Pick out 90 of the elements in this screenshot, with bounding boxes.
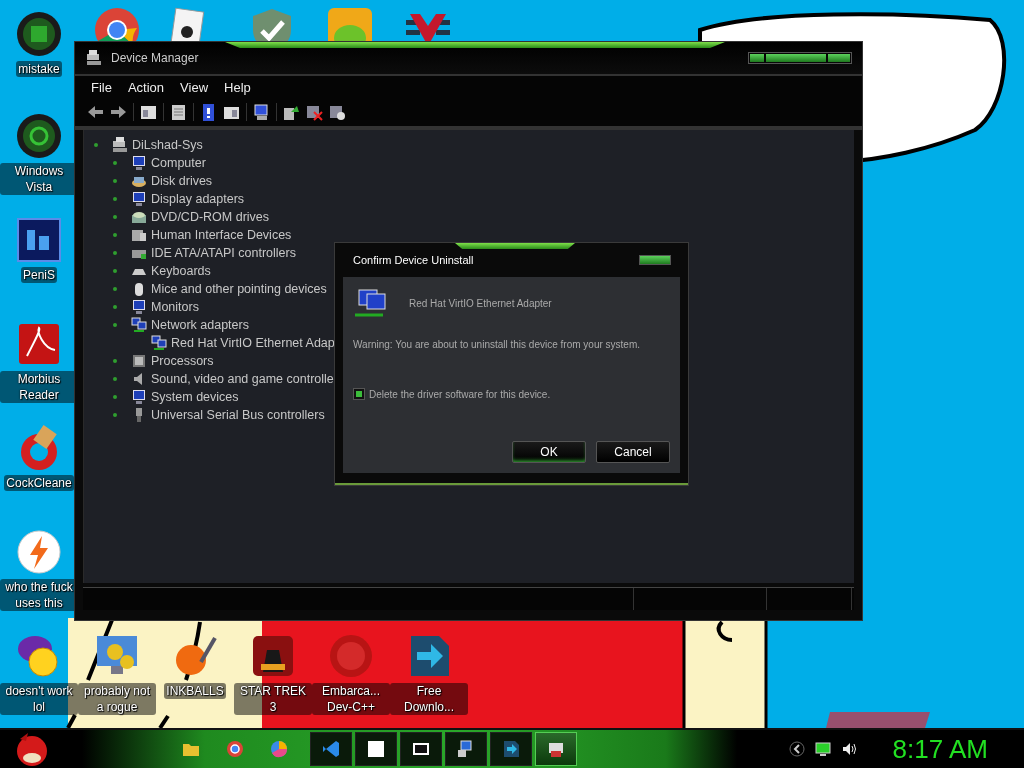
tree-item[interactable]: Human Interface Devices bbox=[151, 228, 292, 242]
tree-bullet[interactable] bbox=[113, 359, 117, 363]
tile-icon[interactable] bbox=[326, 6, 374, 42]
scan-icon[interactable] bbox=[253, 103, 270, 121]
computer-icon bbox=[85, 50, 103, 66]
square-icon bbox=[367, 740, 385, 758]
taskbar-button[interactable] bbox=[490, 732, 532, 766]
icon-label[interactable]: doesn't work lol bbox=[0, 683, 78, 715]
chevron-icon bbox=[322, 740, 340, 758]
menu-item[interactable]: Help bbox=[218, 79, 257, 95]
monitor-icon bbox=[131, 191, 147, 207]
tree-item[interactable]: Mice and other pointing devices bbox=[151, 282, 327, 296]
monitor-icon bbox=[131, 299, 147, 315]
tree-item[interactable]: System devices bbox=[151, 390, 239, 404]
disc-drive-icon bbox=[131, 209, 147, 225]
tree-item[interactable]: Sound, video and game controlle bbox=[151, 372, 334, 386]
menu-item[interactable]: File bbox=[85, 79, 118, 95]
tree-item[interactable]: Keyboards bbox=[151, 264, 211, 278]
network-icon bbox=[131, 317, 147, 333]
network-icon bbox=[353, 288, 387, 318]
network-icon bbox=[151, 335, 167, 351]
tree-item[interactable]: IDE ATA/ATAPI controllers bbox=[151, 246, 296, 260]
tree-bullet[interactable] bbox=[113, 179, 117, 183]
tree-bullet[interactable] bbox=[113, 395, 117, 399]
chip-icon bbox=[131, 353, 147, 369]
taskbar-button[interactable] bbox=[355, 732, 397, 766]
icon-label[interactable]: CockCleane bbox=[4, 475, 74, 491]
clock[interactable]: 8:17 AM bbox=[892, 733, 988, 765]
tree-item[interactable]: DiLshad-Sys bbox=[132, 138, 203, 152]
lightning-icon[interactable] bbox=[15, 528, 63, 576]
panel-icon[interactable] bbox=[140, 103, 157, 121]
icon-label[interactable]: Embarca... Dev-C++ bbox=[312, 683, 390, 715]
tree-item[interactable]: Computer bbox=[151, 156, 206, 170]
menu-item[interactable]: Action bbox=[121, 79, 171, 95]
checkbox[interactable] bbox=[353, 388, 365, 400]
tree-item[interactable]: DVD/CD-ROM drives bbox=[151, 210, 270, 224]
warning-text: Warning: You are about to uninstall this device from your system. bbox=[353, 339, 641, 350]
computer-icon bbox=[112, 137, 128, 153]
tree-item[interactable]: Disk drives bbox=[151, 174, 213, 188]
tree-bullet[interactable] bbox=[113, 233, 117, 237]
list-icon[interactable] bbox=[170, 103, 187, 121]
checkbox-label[interactable]: Delete the driver software for this device. bbox=[369, 388, 551, 400]
monitor-icon bbox=[131, 389, 147, 405]
tree-bullet[interactable] bbox=[113, 305, 117, 309]
taskbar-button[interactable] bbox=[535, 732, 577, 766]
tree-item[interactable]: Universal Serial Bus controllers bbox=[151, 408, 325, 422]
monitor-icon bbox=[131, 155, 147, 171]
tree-bullet[interactable] bbox=[113, 323, 117, 327]
tree-bullet[interactable] bbox=[113, 161, 117, 165]
menu-item[interactable]: View bbox=[174, 79, 215, 95]
disc-icon[interactable] bbox=[15, 112, 63, 160]
tree-item[interactable]: Red Hat VirtIO Ethernet Adap bbox=[171, 336, 335, 350]
window-title: Device Manager bbox=[111, 51, 200, 65]
icon-label[interactable]: PeniS bbox=[21, 267, 57, 283]
tree-bullet[interactable] bbox=[113, 197, 117, 201]
tree-item[interactable]: Network adapters bbox=[151, 318, 249, 332]
archive-icon bbox=[412, 740, 430, 758]
dialog-button[interactable]: OK bbox=[512, 441, 586, 463]
arrow-icon bbox=[502, 740, 520, 758]
device-name: Red Hat VirtIO Ethernet Adapter bbox=[409, 297, 552, 309]
icon-label[interactable]: INKBALLS bbox=[164, 683, 226, 699]
tree-item[interactable]: Monitors bbox=[151, 300, 199, 314]
speaker-icon[interactable] bbox=[840, 741, 857, 757]
help-icon[interactable] bbox=[200, 103, 217, 121]
tree-bullet[interactable] bbox=[113, 377, 117, 381]
taskbar-button[interactable] bbox=[400, 732, 442, 766]
back-icon[interactable] bbox=[87, 103, 104, 121]
computer-icon bbox=[457, 740, 475, 758]
icon-label[interactable]: Free Downlo... bbox=[390, 683, 468, 715]
add-icon[interactable] bbox=[329, 103, 346, 121]
tree-bullet[interactable] bbox=[113, 413, 117, 417]
icon-label[interactable]: probably not a rogue bbox=[78, 683, 156, 715]
tree-bullet[interactable] bbox=[113, 215, 117, 219]
tree-item[interactable]: Display adapters bbox=[151, 192, 245, 206]
monitor-icon[interactable] bbox=[814, 741, 831, 757]
disc-icon[interactable] bbox=[15, 10, 63, 58]
tree-bullet[interactable] bbox=[113, 269, 117, 273]
dialog-title: Confirm Device Uninstall bbox=[353, 254, 475, 266]
dialog-button[interactable]: Cancel bbox=[596, 441, 670, 463]
chevron-icon[interactable] bbox=[788, 741, 805, 757]
icon-label[interactable]: mistake bbox=[16, 61, 62, 77]
remove-icon[interactable] bbox=[306, 103, 323, 121]
tree-bullet[interactable] bbox=[113, 251, 117, 255]
tree-item[interactable]: Processors bbox=[151, 354, 214, 368]
device-icon bbox=[547, 740, 565, 758]
forward-icon[interactable] bbox=[110, 103, 127, 121]
taskbar-button[interactable] bbox=[445, 732, 487, 766]
tree-bullet[interactable] bbox=[94, 143, 98, 147]
tile-icon[interactable] bbox=[15, 216, 63, 264]
tree-bullet[interactable] bbox=[113, 287, 117, 291]
